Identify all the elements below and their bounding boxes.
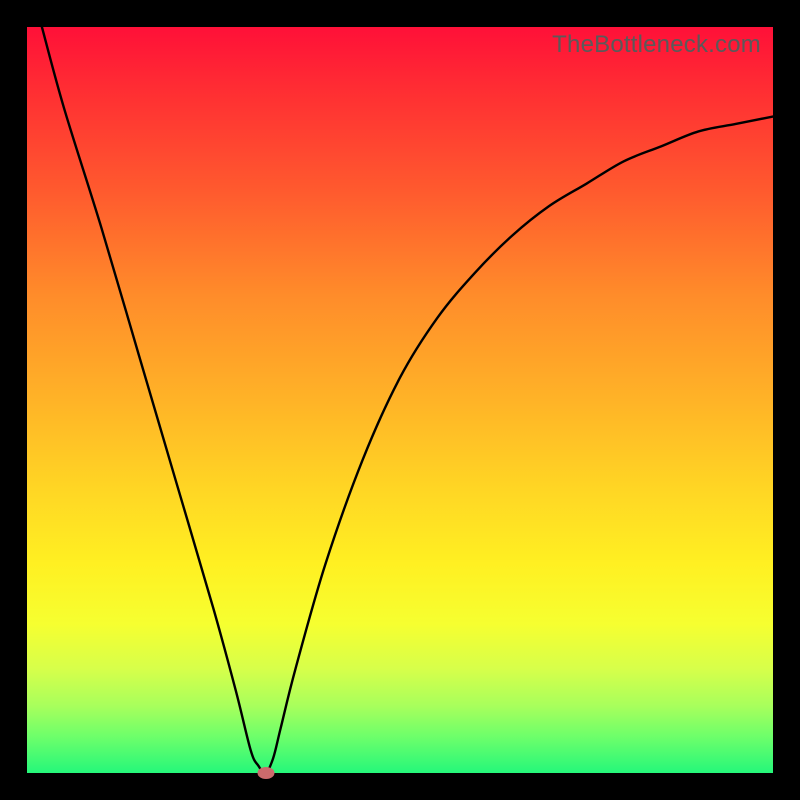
min-marker [257,767,274,779]
chart-frame: TheBottleneck.com [0,0,800,800]
curve-svg [27,27,773,773]
watermark-text: TheBottleneck.com [552,31,761,59]
plot-area: TheBottleneck.com [27,27,773,773]
bottleneck-curve [42,27,773,773]
